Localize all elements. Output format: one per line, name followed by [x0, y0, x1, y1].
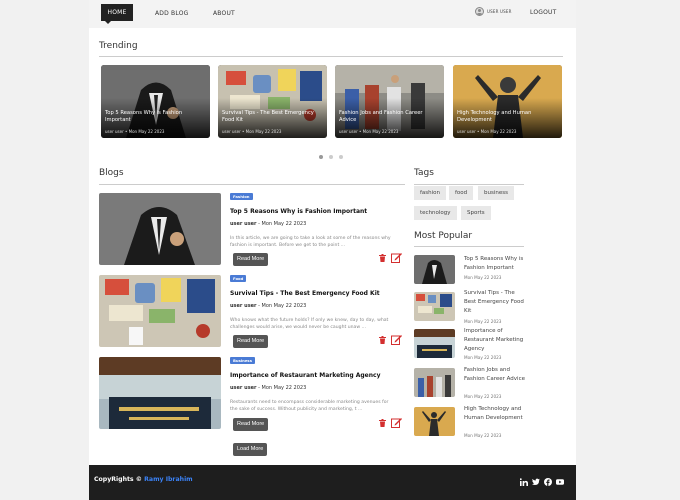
- edit-icon[interactable]: [391, 252, 402, 263]
- blog-author: user user: [230, 385, 257, 391]
- blog-image-restaurant[interactable]: [99, 357, 221, 429]
- nav-about-link[interactable]: ABOUT: [213, 10, 235, 17]
- trending-card[interactable]: Top 5 Reasons Why is Fashion Important u…: [101, 65, 210, 138]
- user-name: USER USER: [487, 9, 512, 14]
- popular-date: Mon May 22 2023: [464, 394, 502, 399]
- twitter-icon[interactable]: [532, 478, 540, 486]
- trending-title: Survival Tips - The Best Emergency Food …: [222, 110, 314, 123]
- popular-image[interactable]: [414, 329, 455, 358]
- blog-author-line: user user - Mon May 22 2023: [230, 303, 306, 309]
- popular-title[interactable]: Top 5 Reasons Why is Fashion Important: [464, 255, 526, 273]
- facebook-icon[interactable]: [544, 478, 552, 486]
- blog-date: - Mon May 22 2023: [256, 221, 307, 227]
- popular-image[interactable]: [414, 292, 455, 321]
- carousel-dot[interactable]: [339, 155, 343, 159]
- edit-icon[interactable]: [391, 417, 402, 428]
- footer: CopyRights © Ramy Ibrahim: [89, 465, 576, 500]
- youtube-icon[interactable]: [556, 478, 564, 486]
- most-popular-heading: Most Popular: [414, 231, 473, 241]
- load-more-button[interactable]: Load More: [233, 443, 268, 456]
- trending-card[interactable]: Fashion Jobs and Fashion Career Advice u…: [335, 65, 444, 138]
- read-more-button[interactable]: Read More: [233, 418, 269, 431]
- trending-meta: user user • Mon May 22 2023: [222, 129, 282, 134]
- edit-icon[interactable]: [391, 334, 402, 345]
- blog-date: - Mon May 22 2023: [256, 303, 307, 309]
- tags-heading: Tags: [414, 168, 434, 178]
- popular-title[interactable]: High Technology and Human Development: [464, 405, 526, 423]
- trending-card[interactable]: Survival Tips - The Best Emergency Food …: [218, 65, 327, 138]
- most-popular-divider: [414, 246, 524, 247]
- blog-excerpt: Restaurants need to encompass considerab…: [230, 400, 389, 412]
- trending-card[interactable]: High Technology and Human Development us…: [453, 65, 562, 138]
- popular-image[interactable]: [414, 407, 455, 436]
- popular-title[interactable]: Importance of Restaurant Marketing Agenc…: [464, 327, 526, 354]
- blog-excerpt: Who knows what the future holds? If only…: [230, 318, 389, 330]
- tags-divider: [414, 184, 524, 185]
- trending-heading: Trending: [99, 41, 138, 51]
- trending-title: Top 5 Reasons Why is Fashion Important: [105, 110, 183, 123]
- popular-image[interactable]: [414, 368, 455, 397]
- category-badge[interactable]: Food: [230, 275, 247, 282]
- trending-title: Fashion Jobs and Fashion Career Advice: [339, 110, 423, 123]
- blog-date: - Mon May 22 2023: [256, 385, 307, 391]
- blog-author-line: user user - Mon May 22 2023: [230, 221, 306, 227]
- popular-title[interactable]: Fashion Jobs and Fashion Career Advice: [464, 366, 526, 384]
- tag-sports[interactable]: Sports: [461, 206, 491, 220]
- user-profile-link[interactable]: USER USER: [475, 7, 512, 16]
- blog-image-food[interactable]: [99, 275, 221, 347]
- trending-meta: user user • Mon May 22 2023: [105, 129, 165, 134]
- trash-icon[interactable]: [379, 254, 386, 262]
- top-navbar: HOME ADD BLOG ABOUT USER USER LOGOUT: [89, 0, 576, 28]
- footer-copyright: CopyRights © Ramy Ibrahim: [94, 476, 193, 483]
- category-badge[interactable]: Business: [230, 357, 255, 364]
- user-avatar-icon: [475, 7, 484, 16]
- trending-divider: [99, 56, 563, 57]
- trending-meta: user user • Mon May 22 2023: [339, 129, 399, 134]
- logout-link[interactable]: LOGOUT: [530, 9, 556, 16]
- popular-date: Mon May 22 2023: [464, 355, 502, 360]
- copyright-text: CopyRights ©: [94, 476, 145, 483]
- popular-title[interactable]: Survival Tips - The Best Emergency Food …: [464, 289, 526, 316]
- nav-add-blog-link[interactable]: ADD BLOG: [155, 10, 188, 17]
- nav-home-link[interactable]: HOME: [101, 4, 133, 24]
- tag-technology[interactable]: technology: [414, 206, 457, 220]
- popular-date: Mon May 22 2023: [464, 275, 502, 280]
- blogs-divider: [99, 184, 405, 185]
- linkedin-icon[interactable]: [520, 478, 528, 486]
- blog-excerpt: In this article, we are going to take a …: [230, 236, 391, 248]
- blog-title[interactable]: Survival Tips - The Best Emergency Food …: [230, 290, 380, 297]
- trending-title: High Technology and Human Development: [457, 110, 532, 123]
- read-more-button[interactable]: Read More: [233, 253, 269, 266]
- read-more-button[interactable]: Read More: [233, 335, 269, 348]
- popular-image[interactable]: [414, 255, 455, 284]
- popular-date: Mon May 22 2023: [464, 433, 502, 438]
- blog-image-fashion[interactable]: [99, 193, 221, 265]
- tag-business[interactable]: business: [478, 186, 514, 200]
- trending-meta: user user • Mon May 22 2023: [457, 129, 517, 134]
- popular-date: Mon May 22 2023: [464, 319, 502, 324]
- trash-icon[interactable]: [379, 419, 386, 427]
- tag-fashion[interactable]: fashion: [414, 186, 447, 200]
- carousel-dot-active[interactable]: [319, 155, 323, 159]
- blog-title[interactable]: Importance of Restaurant Marketing Agenc…: [230, 372, 380, 379]
- blog-author-line: user user - Mon May 22 2023: [230, 385, 306, 391]
- tag-food[interactable]: food: [449, 186, 474, 200]
- blog-title[interactable]: Top 5 Reasons Why is Fashion Important: [230, 208, 367, 215]
- trash-icon[interactable]: [379, 336, 386, 344]
- author-name-link[interactable]: Ramy Ibrahim: [144, 476, 193, 483]
- page: HOME ADD BLOG ABOUT USER USER LOGOUT Tre…: [89, 0, 576, 500]
- blogs-heading: Blogs: [99, 168, 124, 178]
- blog-author: user user: [230, 303, 257, 309]
- blog-author: user user: [230, 221, 257, 227]
- category-badge[interactable]: Fashion: [230, 193, 253, 200]
- carousel-dot[interactable]: [329, 155, 333, 159]
